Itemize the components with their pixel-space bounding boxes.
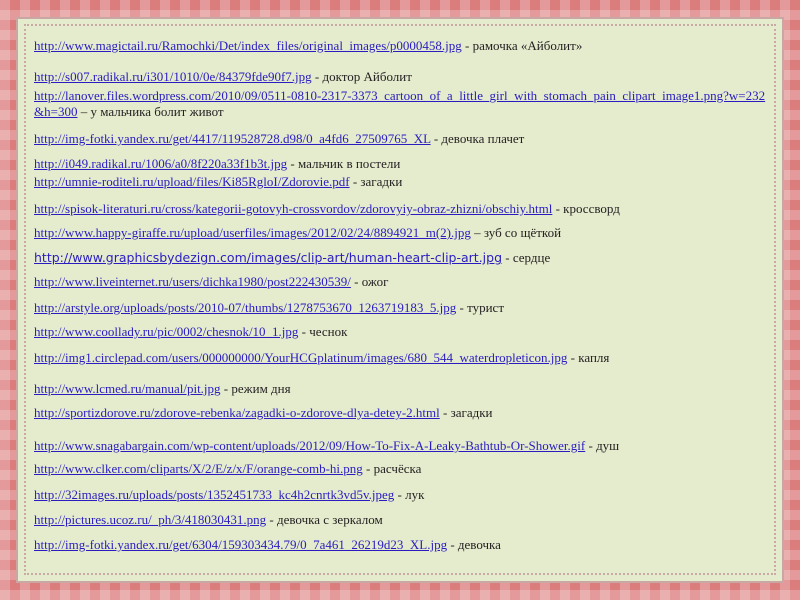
link-description: - лук [394, 487, 425, 502]
source-link[interactable]: http://img1.circlepad.com/users/00000000… [34, 350, 567, 365]
source-link[interactable]: http://img-fotki.yandex.ru/get/4417/1195… [34, 131, 431, 146]
list-item: http://32images.ru/uploads/posts/1352451… [34, 487, 424, 503]
list-item: http://www.lcmed.ru/manual/pit.jpg - реж… [34, 381, 291, 397]
source-link[interactable]: http://www.happy-giraffe.ru/upload/userf… [34, 225, 471, 240]
list-item: http://img1.circlepad.com/users/00000000… [34, 350, 609, 366]
source-link[interactable]: http://arstyle.org/uploads/posts/2010-07… [34, 300, 456, 315]
list-item: http://www.liveinternet.ru/users/dichka1… [34, 274, 388, 290]
source-link[interactable]: http://i049.radikal.ru/1006/a0/8f220a33f… [34, 156, 287, 171]
source-link[interactable]: http://img-fotki.yandex.ru/get/6304/1593… [34, 537, 447, 552]
link-description: - чеснок [298, 324, 348, 339]
list-item: http://arstyle.org/uploads/posts/2010-07… [34, 300, 504, 316]
link-description: – зуб со щёткой [470, 225, 562, 240]
source-link[interactable]: http://sportizdorove.ru/zdorove-rebenka/… [34, 405, 440, 420]
link-description: - девочка [447, 537, 501, 552]
link-description: - девочка плачет [430, 131, 525, 146]
list-item: http://lanover.files.wordpress.com/2010/… [34, 88, 774, 120]
source-link[interactable]: http://s007.radikal.ru/i301/1010/0e/8437… [34, 69, 312, 84]
source-link[interactable]: http://www.liveinternet.ru/users/dichka1… [34, 274, 351, 289]
link-description: - турист [456, 300, 505, 315]
source-link[interactable]: http://www.magictail.ru/Ramochki/Det/ind… [34, 38, 462, 53]
source-link[interactable]: http://32images.ru/uploads/posts/1352451… [34, 487, 394, 502]
link-description: - девочка с зеркалом [266, 512, 383, 527]
list-item: http://img-fotki.yandex.ru/get/4417/1195… [34, 131, 524, 147]
source-link[interactable]: http://www.clker.com/cliparts/X/2/E/z/x/… [34, 461, 363, 476]
list-item: http://www.graphicsbydezign.com/images/c… [34, 250, 550, 266]
link-description: - загадки [439, 405, 493, 420]
source-link[interactable]: http://pictures.ucoz.ru/_ph/3/418030431.… [34, 512, 266, 527]
link-description: - кроссворд [552, 201, 620, 216]
list-item: http://www.coollady.ru/pic/0002/chesnok/… [34, 324, 347, 340]
source-link[interactable]: http://www.coollady.ru/pic/0002/chesnok/… [34, 324, 298, 339]
source-link[interactable]: http://www.snagabargain.com/wp-content/u… [34, 438, 585, 453]
list-item: http://pictures.ucoz.ru/_ph/3/418030431.… [34, 512, 383, 528]
list-item: http://spisok-literaturi.ru/cross/katego… [34, 201, 620, 217]
source-link[interactable]: http://www.graphicsbydezign.com/images/c… [34, 250, 502, 265]
list-item: http://sportizdorove.ru/zdorove-rebenka/… [34, 405, 492, 421]
link-description: - расчёска [362, 461, 422, 476]
link-description: - режим дня [220, 381, 291, 396]
list-item: http://www.snagabargain.com/wp-content/u… [34, 438, 619, 454]
link-description: - загадки [349, 174, 403, 189]
list-item: http://img-fotki.yandex.ru/get/6304/1593… [34, 537, 501, 553]
link-description: - доктор Айболит [311, 69, 412, 84]
list-item: http://s007.radikal.ru/i301/1010/0e/8437… [34, 69, 412, 85]
source-link[interactable]: http://www.lcmed.ru/manual/pit.jpg [34, 381, 221, 396]
link-description: - мальчик в постели [287, 156, 401, 171]
source-link[interactable]: http://spisok-literaturi.ru/cross/katego… [34, 201, 552, 216]
source-link[interactable]: http://umnie-roditeli.ru/upload/files/Ki… [34, 174, 350, 189]
list-item: http://www.magictail.ru/Ramochki/Det/ind… [34, 38, 582, 54]
list-item: http://umnie-roditeli.ru/upload/files/Ki… [34, 174, 402, 190]
list-item: http://www.clker.com/cliparts/X/2/E/z/x/… [34, 461, 421, 477]
link-description: – у мальчика болит живот [77, 104, 224, 119]
list-item: http://i049.radikal.ru/1006/a0/8f220a33f… [34, 156, 400, 172]
list-item: http://www.happy-giraffe.ru/upload/userf… [34, 225, 561, 241]
link-description: - рамочка «Айболит» [461, 38, 583, 53]
link-description: - капля [567, 350, 610, 365]
link-description: - сердце [502, 250, 551, 265]
link-description: - ожог [350, 274, 389, 289]
link-description: - душ [585, 438, 620, 453]
